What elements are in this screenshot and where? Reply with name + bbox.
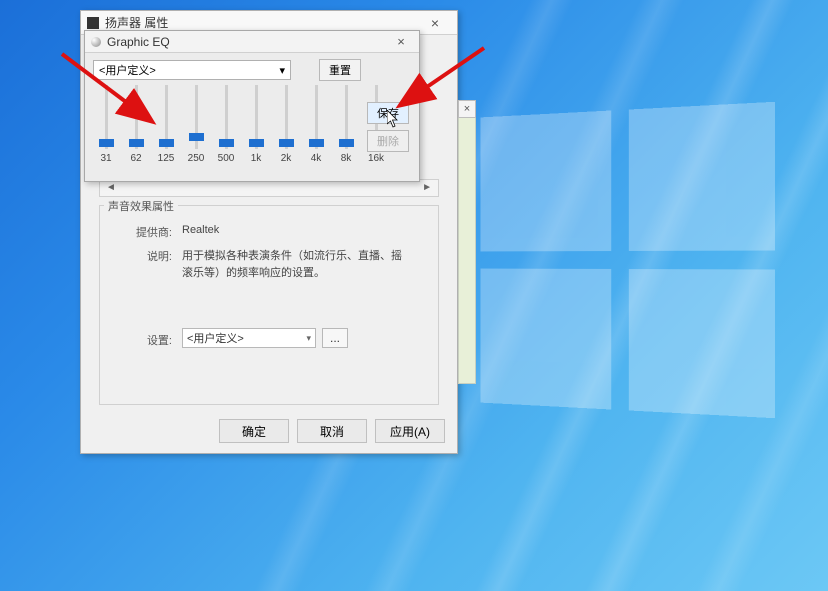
eq-track[interactable]: [165, 85, 168, 149]
eq-track[interactable]: [285, 85, 288, 149]
eq-band-1k[interactable]: 1k: [247, 85, 265, 164]
eq-band-31[interactable]: 31: [97, 85, 115, 164]
setting-more-button[interactable]: ...: [322, 328, 348, 348]
eq-freq-label: 1k: [251, 153, 262, 164]
window-title: 扬声器 属性: [105, 14, 419, 31]
eq-thumb[interactable]: [159, 139, 174, 147]
eq-window-icon: [91, 37, 101, 47]
hint-panel: [458, 100, 476, 384]
eq-track[interactable]: [255, 85, 258, 149]
eq-thumb[interactable]: [339, 139, 354, 147]
setting-select[interactable]: <用户定义> ▾: [182, 328, 316, 348]
eq-band-250[interactable]: 250: [187, 85, 205, 164]
graphic-eq-window: Graphic EQ × <用户定义> ▾ 重置 31 62 125 250 500 1k…: [84, 30, 420, 182]
chevron-down-icon: ▾: [279, 64, 285, 77]
group-title: 声音效果属性: [104, 198, 178, 214]
eq-freq-label: 4k: [311, 153, 322, 164]
tab-scroll-left-icon[interactable]: ◄: [100, 180, 122, 196]
provider-value: Realtek: [182, 224, 219, 236]
ellipsis-icon: ...: [330, 331, 340, 345]
tab-scroll-right-icon[interactable]: ►: [416, 180, 438, 196]
close-icon[interactable]: ×: [419, 15, 451, 31]
dialog-button-bar: 确定 取消 应用(A): [219, 419, 445, 443]
windows-logo: [481, 102, 775, 418]
eq-thumb[interactable]: [219, 139, 234, 147]
eq-thumb[interactable]: [129, 139, 144, 147]
setting-select-value: <用户定义>: [187, 330, 244, 346]
description-value: 用于模拟各种表演条件（如流行乐、直播、摇滚乐等）的频率响应的设置。: [182, 248, 412, 281]
eq-thumb[interactable]: [189, 133, 204, 141]
eq-freq-label: 31: [100, 153, 111, 164]
eq-thumb[interactable]: [249, 139, 264, 147]
eq-band-8k[interactable]: 8k: [337, 85, 355, 164]
eq-thumb[interactable]: [279, 139, 294, 147]
eq-reset-button[interactable]: 重置: [319, 59, 361, 81]
eq-freq-label: 250: [188, 153, 205, 164]
hint-close-button[interactable]: ×: [458, 100, 476, 118]
eq-window-title: Graphic EQ: [107, 35, 389, 49]
eq-track[interactable]: [135, 85, 138, 149]
eq-freq-label: 16k: [368, 153, 384, 164]
eq-band-2k[interactable]: 2k: [277, 85, 295, 164]
eq-thumb[interactable]: [99, 139, 114, 147]
cancel-button[interactable]: 取消: [297, 419, 367, 443]
eq-freq-label: 62: [130, 153, 141, 164]
eq-freq-label: 2k: [281, 153, 292, 164]
eq-track[interactable]: [315, 85, 318, 149]
eq-band-62[interactable]: 62: [127, 85, 145, 164]
ok-button[interactable]: 确定: [219, 419, 289, 443]
eq-titlebar[interactable]: Graphic EQ ×: [85, 31, 419, 53]
eq-save-button[interactable]: 保存: [367, 102, 409, 124]
eq-track[interactable]: [105, 85, 108, 149]
description-label: 说明:: [120, 248, 172, 264]
eq-band-125[interactable]: 125: [157, 85, 175, 164]
eq-band-500[interactable]: 500: [217, 85, 235, 164]
eq-freq-label: 500: [218, 153, 235, 164]
eq-freq-label: 125: [158, 153, 175, 164]
eq-track[interactable]: [195, 85, 198, 149]
eq-preset-select[interactable]: <用户定义> ▾: [93, 60, 291, 80]
eq-track[interactable]: [345, 85, 348, 149]
eq-freq-label: 8k: [341, 153, 352, 164]
setting-label: 设置:: [120, 332, 172, 348]
window-icon: [87, 17, 99, 29]
eq-preset-value: <用户定义>: [99, 62, 156, 78]
sound-effect-properties-group: 声音效果属性 提供商: Realtek 说明: 用于模拟各种表演条件（如流行乐、…: [99, 205, 439, 405]
eq-track[interactable]: [225, 85, 228, 149]
eq-band-4k[interactable]: 4k: [307, 85, 325, 164]
chevron-down-icon: ▾: [306, 333, 311, 344]
eq-sliders: 31 62 125 250 500 1k 2k 4k 8k 16k: [93, 85, 385, 164]
close-icon[interactable]: ×: [389, 34, 413, 49]
close-icon: ×: [464, 103, 470, 115]
provider-label: 提供商:: [120, 224, 172, 240]
apply-button[interactable]: 应用(A): [375, 419, 445, 443]
eq-thumb[interactable]: [309, 139, 324, 147]
eq-delete-button: 删除: [367, 130, 409, 152]
